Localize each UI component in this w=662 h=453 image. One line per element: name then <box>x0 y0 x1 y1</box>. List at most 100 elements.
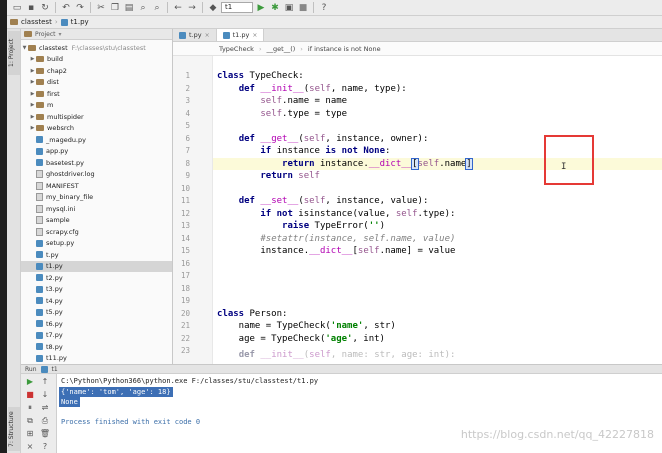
tree-file[interactable]: t11.py <box>21 353 172 365</box>
tree-folder[interactable]: ▶ chap2 <box>21 65 172 77</box>
tree-folder[interactable]: ▶ build <box>21 54 172 66</box>
line-number: 12 <box>180 208 190 218</box>
replace-icon[interactable]: ⌕ <box>151 2 163 14</box>
line-number: 13 <box>180 221 190 230</box>
file-icon <box>36 204 43 213</box>
save-icon[interactable]: ▪ <box>25 2 37 14</box>
tree-file[interactable]: t3.py <box>21 284 172 296</box>
expand-arrow-icon[interactable]: ▶ <box>29 102 36 108</box>
tree-root[interactable]: ▼ classtest F:\classes\stu\classtest <box>21 42 172 54</box>
tree-file[interactable]: mysql.ini <box>21 203 172 215</box>
python-file-icon <box>36 147 43 155</box>
python-file-icon <box>36 331 43 339</box>
tree-file[interactable]: t2.py <box>21 272 172 284</box>
delete-icon[interactable]: 🗑 <box>38 428 52 440</box>
back-icon[interactable]: ← <box>172 2 184 14</box>
project-panel-title[interactable]: Project <box>35 31 56 38</box>
code-editor[interactable]: class TypeCheck: def __init__(self, name… <box>213 56 662 364</box>
structure-tool-tab[interactable]: 7: Structure <box>8 407 20 451</box>
project-tool-tab[interactable]: 1: Project <box>8 31 20 75</box>
tree-file[interactable]: t7.py <box>21 330 172 342</box>
breadcrumb-class[interactable]: TypeCheck <box>219 45 254 53</box>
run-panel-title[interactable]: Run <box>25 366 37 373</box>
expand-arrow-icon[interactable]: ▶ <box>29 114 36 120</box>
coverage-icon[interactable]: ▣ <box>283 2 295 14</box>
scroll-down-icon[interactable]: ↓ <box>38 389 52 401</box>
cut-icon[interactable]: ✂ <box>95 2 107 14</box>
tree-file[interactable]: t6.py <box>21 318 172 330</box>
tree-file[interactable]: ghostdriver.log <box>21 169 172 181</box>
python-file-icon <box>40 365 48 373</box>
expand-arrow-icon[interactable]: ▼ <box>21 45 28 51</box>
tree-folder[interactable]: ▶ multispider <box>21 111 172 123</box>
tree-item-label: ghostdriver.log <box>46 170 95 179</box>
paste-icon[interactable]: ▤ <box>123 2 135 14</box>
tab-t-py[interactable]: t.py × <box>173 29 217 41</box>
tree-file[interactable]: t8.py <box>21 341 172 353</box>
chevron-down-icon[interactable]: ▾ <box>59 31 62 38</box>
tree-folder[interactable]: ▶ m <box>21 100 172 112</box>
tree-file[interactable]: my_binary_file <box>21 192 172 204</box>
print-icon[interactable]: ⎙ <box>38 415 52 427</box>
run-config-dropdown[interactable]: t1 <box>221 2 253 13</box>
file-icon <box>36 216 43 225</box>
line-number-gutter[interactable]: 1 2 3 4 5 6 7 8 9 10 11 12 13 14 15 16 17 18 19 20 21 22 23 <box>173 56 213 364</box>
tree-file[interactable]: _magedu.py <box>21 134 172 146</box>
tree-file[interactable]: t1.py <box>21 260 172 272</box>
stop-icon[interactable]: ■ <box>297 2 309 14</box>
help-icon[interactable]: ? <box>38 441 52 453</box>
run-console[interactable]: C:\Python\Python366\python.exe F:/classe… <box>57 374 662 453</box>
tree-file[interactable]: t5.py <box>21 307 172 319</box>
run-icon[interactable]: ▶ <box>255 2 267 14</box>
tree-items: ▶ build ▶ chap2 ▶ dist ▶ first ▶ m ▶ multispider ▶ we… <box>21 54 172 365</box>
folder-open-icon[interactable]: ▭ <box>11 2 23 14</box>
tree-file[interactable]: app.py <box>21 146 172 158</box>
redo-icon[interactable]: ↷ <box>74 2 86 14</box>
tree-file[interactable]: basetest.py <box>21 157 172 169</box>
tree-folder[interactable]: ▶ dist <box>21 77 172 89</box>
tree-folder[interactable]: ▶ first <box>21 88 172 100</box>
close-icon[interactable]: × <box>252 32 257 39</box>
expand-arrow-icon[interactable]: ▶ <box>29 125 36 131</box>
pin-icon[interactable]: ⊞ <box>23 428 37 440</box>
expand-arrow-icon[interactable]: ▶ <box>29 56 36 62</box>
tree-folder[interactable]: ▶ websrch <box>21 123 172 135</box>
root-name: classtest <box>39 43 68 52</box>
nav-file[interactable]: t1.py <box>71 18 89 26</box>
expand-arrow-icon[interactable]: ▶ <box>29 91 36 97</box>
tree-file[interactable]: sample <box>21 215 172 227</box>
pause-icon[interactable]: ⏸ <box>23 402 37 414</box>
folder-icon <box>36 102 44 109</box>
close-icon[interactable]: × <box>205 32 210 39</box>
help-icon[interactable]: ? <box>318 2 330 14</box>
tree-file[interactable]: scrapy.cfg <box>21 226 172 238</box>
tree-file[interactable]: t.py <box>21 249 172 261</box>
run-config-label[interactable]: t1 <box>52 366 58 373</box>
line-number: 21 <box>180 321 190 330</box>
debug-icon[interactable]: ✱ <box>269 2 281 14</box>
undo-icon[interactable]: ↶ <box>60 2 72 14</box>
expand-arrow-icon[interactable]: ▶ <box>29 68 36 74</box>
close-icon[interactable]: × <box>23 441 37 453</box>
stop-icon[interactable]: ■ <box>23 389 37 401</box>
copy-icon[interactable]: ❐ <box>109 2 121 14</box>
tree-file[interactable]: MANIFEST <box>21 180 172 192</box>
scroll-up-icon[interactable]: ↑ <box>38 376 52 388</box>
restore-layout-icon[interactable]: ⧉ <box>23 415 37 427</box>
expand-arrow-icon[interactable]: ▶ <box>29 79 36 85</box>
breadcrumb-statement[interactable]: if instance is not None <box>308 45 381 53</box>
tree-file[interactable]: setup.py <box>21 238 172 250</box>
code-line: def __get__(self, instance, owner): <box>238 133 429 144</box>
soft-wrap-icon[interactable]: ⇌ <box>38 402 52 414</box>
tree-item-label: first <box>47 89 60 98</box>
sync-icon[interactable]: ↻ <box>39 2 51 14</box>
find-icon[interactable]: ⌕ <box>137 2 149 14</box>
rerun-icon[interactable]: ▶ <box>23 376 37 388</box>
forward-icon[interactable]: → <box>186 2 198 14</box>
tree-file[interactable]: t4.py <box>21 295 172 307</box>
tree-item-label: MANIFEST <box>46 181 79 190</box>
tab-t1-py[interactable]: t1.py × <box>216 29 265 41</box>
line-number: 5 <box>185 121 190 130</box>
nav-project[interactable]: classtest <box>21 18 52 26</box>
breadcrumb-method[interactable]: __get__() <box>267 45 296 53</box>
